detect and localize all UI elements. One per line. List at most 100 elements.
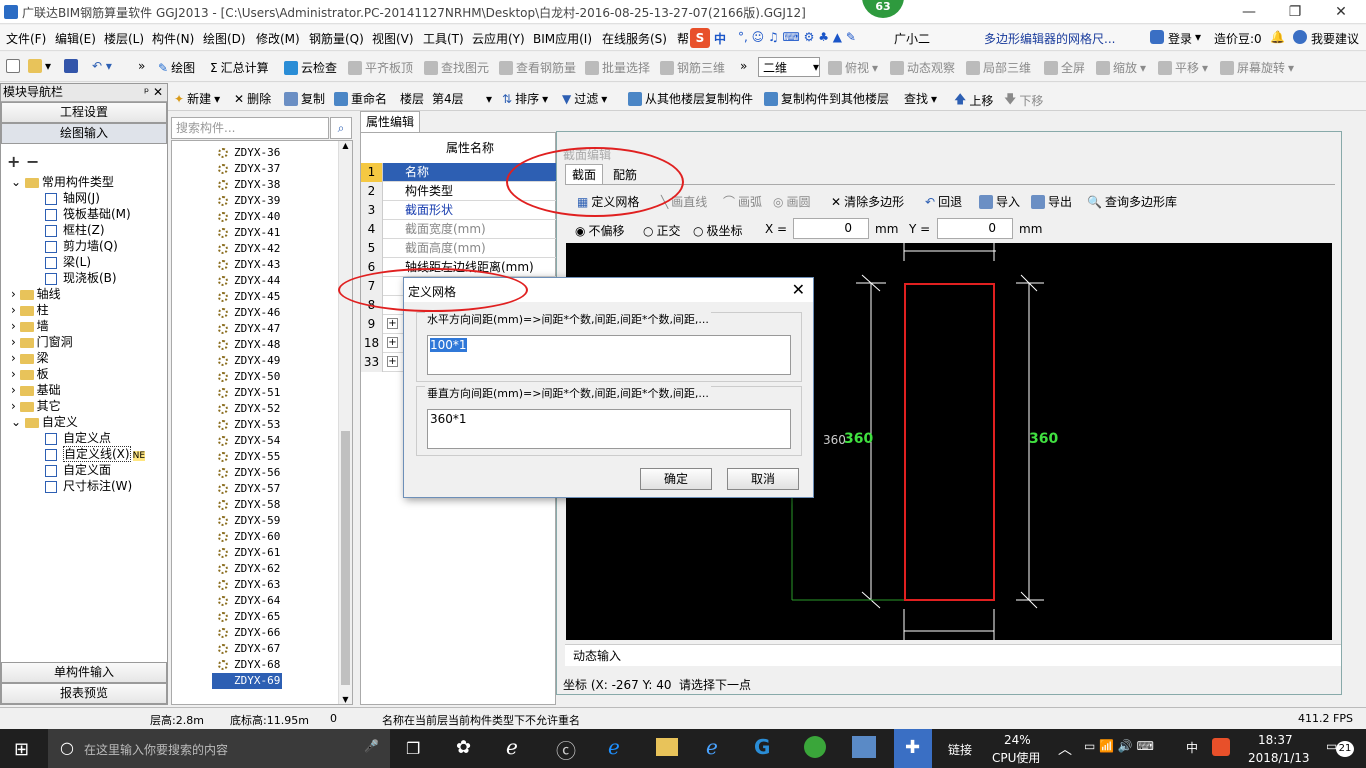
copy-to-floor-button[interactable]: 复制构件到其他楼层 [764,90,889,107]
tree-item[interactable]: 自定义面 [45,462,111,478]
fullscreen-button[interactable]: 全屏 [1044,59,1085,76]
component-list-item[interactable]: ZDYX-61 [234,545,280,561]
import-button[interactable]: 导入 [979,193,1020,210]
tree-item[interactable]: 框柱(Z) [45,222,105,238]
task-view-icon[interactable]: ❐ [406,739,420,758]
component-list-item[interactable]: ZDYX-43 [234,257,280,273]
link-label[interactable]: 链接 [948,741,972,758]
local-3d-button[interactable]: 局部三维 [966,59,1031,76]
component-list-item[interactable]: ZDYX-44 [234,273,280,289]
fan-app-icon[interactable]: ✿ [456,737,471,758]
component-list-item[interactable]: ZDYX-69 [212,673,282,689]
edge-icon[interactable]: ℯ [608,735,620,759]
menu-help[interactable]: 帮 [677,30,689,47]
menu-tools[interactable]: 工具(T) [423,30,464,47]
component-list-item[interactable]: ZDYX-50 [234,369,280,385]
restore-button[interactable]: ❐ [1272,0,1318,24]
component-list-item[interactable]: ZDYX-58 [234,497,280,513]
polar-radio[interactable]: ○ 极坐标 [693,222,743,239]
notification-badge[interactable]: 63 [862,0,904,18]
tree-item[interactable]: 自定义点 [45,430,111,446]
tree-item[interactable]: › 其它 [11,398,61,414]
rename-button[interactable]: 重命名 [334,90,387,107]
scroll-up-icon[interactable]: ▲ [339,141,352,150]
vertical-spacing-input[interactable]: 360*1 [427,409,791,449]
login-button[interactable]: 登录 [1168,30,1192,47]
report-preview-button[interactable]: 报表预览 [1,683,167,704]
project-settings-button[interactable]: 工程设置 [1,102,167,123]
query-library-button[interactable]: 🔍 查询多边形库 [1087,193,1177,210]
single-input-button[interactable]: 单构件输入 [1,662,167,683]
tree-item[interactable]: › 门窗洞 [11,334,73,350]
component-list-item[interactable]: ZDYX-45 [234,289,280,305]
component-list-item[interactable]: ZDYX-46 [234,305,280,321]
close-button[interactable]: ✕ [1318,0,1364,24]
microphone-icon[interactable]: 🎤 [364,739,379,753]
component-list-item[interactable]: ZDYX-37 [234,161,280,177]
expand-plus-icon[interactable]: + [387,318,398,329]
component-list-item[interactable]: ZDYX-56 [234,465,280,481]
component-list-item[interactable]: ZDYX-53 [234,417,280,433]
search-input[interactable]: 搜索构件... [171,117,329,139]
ime-chinese[interactable]: 中 [714,30,726,47]
component-list-item[interactable]: ZDYX-65 [234,609,280,625]
pan-button[interactable]: 平移 ▾ [1158,59,1208,76]
tree-item[interactable]: 梁(L) [45,254,91,270]
list-scrollbar[interactable]: ▲ ▼ [338,141,352,704]
component-list-item[interactable]: ZDYX-57 [234,481,280,497]
save-icon[interactable] [64,59,78,73]
component-list-item[interactable]: ZDYX-47 [234,321,280,337]
component-list-item[interactable]: ZDYX-49 [234,353,280,369]
y-input[interactable]: 0 [937,218,1013,239]
floor-select[interactable]: 第4层 ▾ [432,90,492,107]
ie-alt-icon[interactable]: ℯ [706,735,718,759]
expand-chevron-icon[interactable]: › [11,383,20,397]
tree-item[interactable]: › 墙 [11,318,49,334]
find-button[interactable]: 查找 ▾ [904,90,937,107]
expand-chevron-icon[interactable]: › [11,287,20,301]
sogou-icon[interactable]: S [690,28,710,48]
component-list-item[interactable]: ZDYX-59 [234,513,280,529]
expand-chevron-icon[interactable]: ⌄ [11,175,25,189]
component-list-item[interactable]: ZDYX-64 [234,593,280,609]
tab-properties[interactable]: 属性编辑 [360,111,420,132]
price-beans[interactable]: 造价豆:0 [1214,30,1262,47]
menu-floor[interactable]: 楼层(L) [104,30,144,47]
tree-item[interactable]: › 轴线 [11,286,61,302]
tree-item[interactable]: › 柱 [11,302,49,318]
clear-polygon-button[interactable]: ✕ 清除多边形 [831,193,904,210]
draw-input-button[interactable]: 绘图输入 [1,123,167,144]
clock-time[interactable]: 18:37 [1258,733,1293,747]
component-list-item[interactable]: ZDYX-67 [234,641,280,657]
expand-collapse-icons[interactable]: + − [7,152,39,171]
menu-online[interactable]: 在线服务(S) [602,30,667,47]
expand-chevron-icon[interactable]: › [11,319,20,333]
property-row[interactable]: 5 截面高度(mm) [361,239,557,258]
green-app-icon[interactable] [804,736,826,758]
expand-chevron-icon[interactable]: › [11,351,20,365]
section-rectangle[interactable] [904,283,995,601]
sort-button[interactable]: ⇅ 排序 ▾ [502,90,548,107]
component-list-item[interactable]: ZDYX-40 [234,209,280,225]
tree-item[interactable]: 剪力墙(Q) [45,238,118,254]
component-list-item[interactable]: ZDYX-63 [234,577,280,593]
rotate-button[interactable]: 屏幕旋转 ▾ [1220,59,1294,76]
suggest-button[interactable]: 我要建议 [1311,30,1359,47]
component-list-item[interactable]: ZDYX-48 [234,337,280,353]
pin-close-icons[interactable]: ᵖ ✕ [144,84,163,101]
cloud-check-button[interactable]: 云检查 [284,59,337,76]
no-offset-radio[interactable]: ◉ 不偏移 [575,222,625,239]
glodon-g-icon[interactable]: G [754,735,770,759]
menu-file[interactable]: 文件(F) [6,30,46,47]
ortho-radio[interactable]: ○ 正交 [643,222,681,239]
new-file-icon[interactable] [6,59,20,73]
bell-icon[interactable]: 🔔 [1270,30,1285,44]
tray-chevron-icon[interactable]: ︿ [1058,739,1072,759]
copy-button[interactable]: 复制 [284,90,325,107]
expand-chevron-icon[interactable]: › [11,367,20,381]
ime-toolbar-icons[interactable]: °, ☺ ♫ ⌨ ⚙ ♣ ▲ ✎ [738,30,856,44]
tree-item[interactable]: › 基础 [11,382,61,398]
more-icon-2[interactable]: » [740,59,747,73]
notification-count[interactable]: 21 [1336,741,1354,757]
menu-edit[interactable]: 编辑(E) [55,30,96,47]
